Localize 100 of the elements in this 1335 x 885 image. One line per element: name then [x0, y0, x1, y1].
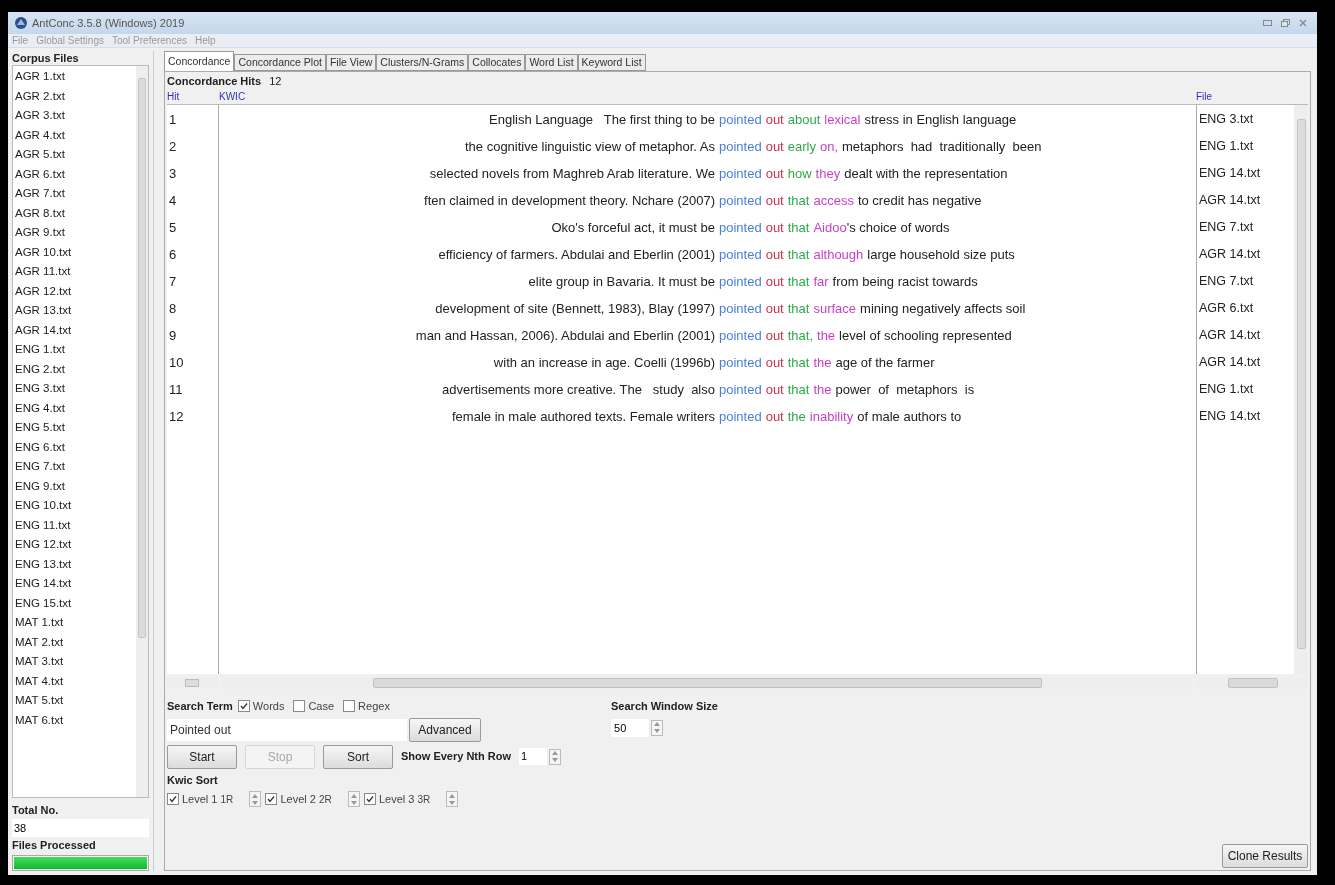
processed-label: Files Processed — [12, 837, 97, 853]
file-list-item[interactable]: ENG 3.txt — [15, 379, 136, 399]
right-context: power of metaphors is — [834, 380, 975, 399]
action-button[interactable]: Sort — [323, 744, 393, 769]
file-list-item[interactable]: AGR 5.txt — [15, 145, 136, 165]
file-list-item[interactable]: ENG 1.txt — [15, 340, 136, 360]
file-name: AGR 6.txt — [1198, 300, 1255, 317]
file-list-item[interactable]: AGR 10.txt — [15, 242, 136, 262]
right-context: to credit has negative — [856, 191, 982, 210]
column-header[interactable]: File — [1196, 89, 1308, 104]
hit-number: 2 — [168, 138, 178, 156]
file-list-item[interactable]: AGR 14.txt — [15, 320, 136, 340]
clone-results-button[interactable]: Clone Results — [1222, 844, 1308, 868]
file-list-item[interactable]: AGR 13.txt — [15, 301, 136, 321]
column-header[interactable]: Hit — [167, 89, 219, 104]
file-list-item[interactable]: AGR 4.txt — [15, 125, 136, 145]
level-label: Level 2 — [280, 792, 316, 807]
file-list-item[interactable]: AGR 6.txt — [15, 164, 136, 184]
file-list-item[interactable]: ENG 9.txt — [15, 476, 136, 496]
nth-row-label: Show Every Nth Row — [401, 749, 512, 765]
search-input-field[interactable]: Pointed out — [167, 718, 407, 741]
file-list-item[interactable]: AGR 9.txt — [15, 223, 136, 243]
tab[interactable]: File View — [325, 54, 377, 71]
search-window-field[interactable]: 50 — [611, 718, 650, 737]
right-context: large household size puts — [866, 245, 1015, 264]
level-field[interactable]: 1R — [220, 791, 247, 807]
kwic-sort-label: Kwic Sort — [167, 772, 219, 788]
file-list-item[interactable]: AGR 3.txt — [15, 106, 136, 126]
file-list-item[interactable]: AGR 12.txt — [15, 281, 136, 301]
tab[interactable]: Keyword List — [577, 54, 646, 71]
checkbox[interactable] — [167, 793, 179, 806]
action-button[interactable]: Start — [167, 744, 237, 769]
spinner-arrows-icon[interactable] — [651, 719, 664, 736]
file-list-item[interactable]: AGR 2.txt — [15, 86, 136, 106]
file-list-item[interactable]: ENG 5.txt — [15, 418, 136, 438]
spinner-arrows-icon[interactable] — [446, 791, 459, 808]
tab[interactable]: Concordance — [164, 51, 235, 71]
column-header[interactable]: KWIC — [219, 89, 1196, 104]
search-window-label: Search Window Size — [611, 699, 718, 714]
hits-count: 12 — [269, 74, 282, 90]
file-list-item[interactable]: MAT 4.txt — [15, 671, 136, 691]
file-list-item[interactable]: ENG 2.txt — [15, 359, 136, 379]
hit-number: 4 — [168, 192, 178, 210]
scrollbar[interactable] — [136, 66, 148, 797]
keyword-in-context: pointed out early on, — [718, 137, 838, 156]
checkbox[interactable] — [293, 700, 306, 713]
checkbox[interactable] — [265, 793, 278, 806]
file-list-item[interactable]: MAT 2.txt — [15, 632, 136, 652]
file-list-item[interactable]: AGR 7.txt — [15, 184, 136, 204]
right-context: stress in English language — [863, 110, 1017, 129]
file-list-item[interactable]: AGR 1.txt — [15, 67, 136, 87]
tab[interactable]: Word List — [525, 54, 578, 71]
file-list-item[interactable]: AGR 11.txt — [15, 262, 136, 282]
checkbox[interactable] — [237, 700, 250, 713]
file-list-item[interactable]: ENG 12.txt — [15, 535, 136, 555]
file-list-item[interactable]: ENG 15.txt — [15, 593, 136, 613]
keyword-in-context: pointed out that far — [718, 272, 829, 291]
level-label: Level 3 — [378, 792, 415, 807]
checkbox[interactable] — [343, 700, 356, 713]
file-list-item[interactable]: MAT 1.txt — [15, 613, 136, 633]
level-field[interactable]: 2R — [318, 791, 345, 807]
file-list-item[interactable]: ENG 13.txt — [15, 554, 136, 574]
file-list-item[interactable]: ENG 6.txt — [15, 437, 136, 457]
nth-row-field[interactable]: 1 — [519, 748, 548, 765]
hit-number: 7 — [168, 273, 178, 291]
file-list-item[interactable]: ENG 14.txt — [15, 574, 136, 594]
file-list-item[interactable]: MAT 3.txt — [15, 652, 136, 672]
left-context: development of site (Bennett, 1983), Blay (1997) — [434, 299, 715, 318]
advanced-button[interactable]: Advanced — [409, 717, 481, 742]
file-name: ENG 7.txt — [1198, 273, 1255, 290]
checkbox-label: Case — [308, 699, 335, 714]
total-field: 38 — [12, 818, 149, 837]
file-name: ENG 14.txt — [1198, 165, 1262, 182]
right-context: age of the farmer — [834, 353, 935, 372]
file-list-item[interactable]: ENG 11.txt — [15, 515, 136, 535]
file-name: ENG 1.txt — [1198, 381, 1255, 398]
file-name: ENG 3.txt — [1198, 111, 1255, 128]
file-list-item[interactable]: ENG 10.txt — [15, 496, 136, 516]
keyword-in-context: pointed out that the — [718, 380, 832, 399]
keyword-in-context: pointed out that access — [718, 191, 854, 210]
tab[interactable]: Collocates — [468, 54, 526, 71]
file-list-item[interactable]: MAT 5.txt — [15, 691, 136, 711]
file-name: ENG 14.txt — [1198, 408, 1262, 425]
file-list-item[interactable]: AGR 8.txt — [15, 203, 136, 223]
right-context: from being racist towards — [831, 272, 978, 291]
tab[interactable]: Clusters/N-Grams — [376, 54, 469, 71]
level-field[interactable]: 3R — [417, 791, 444, 807]
hit-number: 5 — [168, 219, 178, 237]
file-list-item[interactable]: ENG 7.txt — [15, 457, 136, 477]
file-list-item[interactable]: MAT 6.txt — [15, 710, 136, 730]
checkbox-label: Words — [252, 699, 285, 714]
hit-number: 8 — [168, 300, 178, 318]
left-context: Oko's forceful act, it must be — [550, 218, 715, 237]
checkbox[interactable] — [363, 793, 376, 806]
left-context: the cognitive linguistic view of metaphor. As — [463, 137, 715, 156]
spinner-arrows-icon[interactable] — [549, 748, 562, 765]
tab[interactable]: Concordance Plot — [234, 54, 326, 71]
left-context: female in male authored texts. Female writers — [451, 407, 715, 426]
file-list-item[interactable]: ENG 4.txt — [15, 398, 136, 418]
checkbox-label: Regex — [358, 699, 390, 714]
